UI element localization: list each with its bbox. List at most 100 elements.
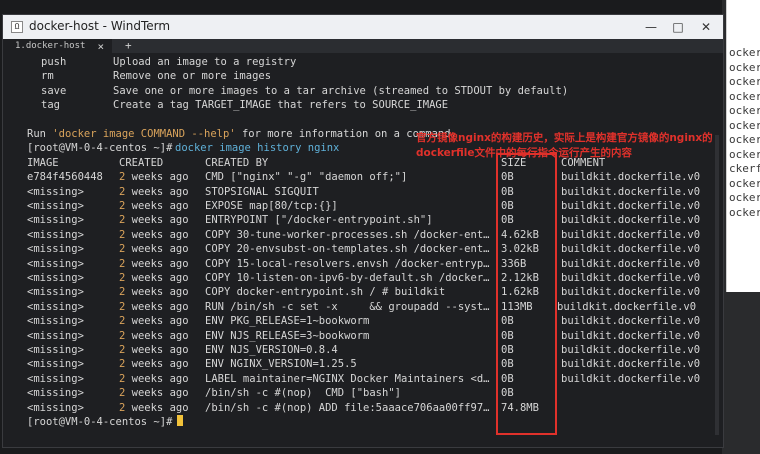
image-id: <missing> (27, 401, 84, 414)
created-unit: weeks ago (125, 214, 189, 227)
table-row: <missing> 2 weeks ago ENTRYPOINT ["/docker… (3, 213, 723, 227)
table-row: <missing> 2 weeks ago ENV NJS_VERSION=0.8.… (3, 343, 723, 357)
created-unit: weeks ago (125, 358, 189, 371)
comment: buildkit.dockerfile.v0 (557, 300, 697, 313)
maximize-button[interactable]: □ (668, 18, 688, 36)
created-unit: weeks ago (125, 228, 189, 241)
run-hint-command: 'docker image COMMAND --help' (52, 128, 236, 140)
created: 2 weeks ago (119, 343, 189, 357)
new-tab-button[interactable]: + (125, 39, 132, 53)
created: 2 weeks ago (119, 257, 189, 271)
help-description: Create a tag TARGET_IMAGE that refers to… (113, 99, 449, 112)
created: 2 weeks ago (119, 199, 189, 213)
image-id: <missing> (27, 344, 84, 356)
created: 2 weeks ago (119, 213, 189, 227)
created-unit: weeks ago (125, 243, 189, 256)
background-terminal-line: ockerfi (729, 118, 760, 132)
created: 2 weeks ago (119, 228, 189, 242)
table-row: <missing> 2 weeks ago/bin/sh -c #(nop) AD… (3, 401, 723, 415)
tab-docker-host[interactable]: 1.docker-host × (3, 39, 113, 53)
background-terminal-line: ckerfil (729, 162, 760, 175)
created-unit: weeks ago (125, 344, 189, 356)
help-command: save (41, 84, 67, 97)
created: 2 weeks ago (119, 170, 189, 184)
run-hint-text: Run 'docker image COMMAND --help' for mo… (27, 127, 457, 141)
created-by: CMD ["nginx" "-g" "daemon off;"] (205, 171, 408, 184)
table-header-created: CREATED (119, 156, 164, 169)
comment: buildkit.dockerfile.v0 (561, 243, 701, 256)
scrollbar[interactable] (715, 135, 719, 435)
created-unit: weeks ago (125, 401, 189, 414)
image-id: <missing> (27, 214, 84, 227)
created-by: ENV NJS_RELEASE=3~bookworm (205, 329, 370, 342)
created: 2 weeks ago (119, 242, 189, 256)
background-terminal-content: ockerfiockerfiockerfiockerfiockerfiocker… (726, 0, 760, 292)
comment: buildkit.dockerfile.v0 (561, 315, 701, 328)
created-by: COPY 10-listen-on-ipv6-by-default.sh /do… (205, 272, 490, 284)
created-by: /bin/sh -c #(nop) CMD ["bash"] (205, 387, 401, 400)
image-id: <missing> (27, 372, 84, 385)
image-id: <missing> (27, 185, 84, 198)
comment: buildkit.dockerfile.v0 (561, 372, 701, 385)
shell-prompt: [root@VM-0-4-centos ~]# (27, 142, 173, 155)
comment: buildkit.dockerfile.v0 (561, 214, 701, 227)
created-by: COPY docker-entrypoint.sh / # buildkit (205, 286, 446, 299)
background-terminal-line: ockerfi (729, 147, 760, 161)
title-bar[interactable]: Ω docker-host - WindTerm — □ ✕ (3, 15, 723, 39)
table-row: <missing> 2 weeks ago RUN /bin/sh -c set -… (3, 300, 723, 314)
image-id: <missing> (27, 300, 84, 313)
background-terminal-line: ockerfi (729, 104, 760, 117)
image-id: <missing> (27, 358, 84, 371)
terminal-output[interactable]: push Upload an image to a registry rm Remov… (3, 53, 723, 447)
tab-bar: 1.docker-host × + (3, 39, 723, 53)
minimize-button[interactable]: — (641, 18, 661, 36)
created: 2 weeks ago (119, 329, 189, 343)
background-terminal: ockerfiockerfiockerfiockerfiockerfiocker… (722, 0, 760, 454)
created: 2 weeks ago (119, 386, 189, 400)
help-line: save Save one or more images to a tar arc… (3, 84, 723, 98)
help-description: Upload an image to a registry (113, 56, 297, 68)
background-terminal-line: ockerfi (729, 89, 760, 103)
table-row: <missing> 2 weeks ago ENV PKG_RELEASE=1~bo… (3, 314, 723, 328)
help-description: Save one or more images to a tar archive… (113, 84, 569, 97)
created-unit: weeks ago (125, 315, 189, 328)
created: 2 weeks ago (119, 401, 189, 415)
tab-close-icon[interactable]: × (97, 40, 104, 53)
help-command: push (41, 56, 67, 68)
created-unit: weeks ago (125, 387, 189, 400)
help-line: push Upload an image to a registry (3, 55, 723, 69)
created-unit: weeks ago (125, 329, 189, 342)
created: 2 weeks ago (119, 300, 189, 314)
comment: buildkit.dockerfile.v0 (561, 329, 701, 342)
table-row: <missing> 2 weeks ago/bin/sh -c #(nop) CM… (3, 386, 723, 400)
shell-prompt-final: [root@VM-0-4-centos ~]# (27, 416, 173, 428)
table-row: <missing> 2 weeks ago COPY docker-entrypoi… (3, 285, 723, 299)
created-by: RUN /bin/sh -c set -x && groupadd --syst… (205, 300, 490, 313)
tab-label: 1.docker-host (15, 41, 86, 51)
created: 2 weeks ago (119, 285, 189, 299)
created: 2 weeks ago (119, 314, 189, 328)
created-unit: weeks ago (125, 257, 189, 270)
created-by: COPY 20-envsubst-on-templates.sh /docker… (205, 243, 490, 256)
created-unit: weeks ago (125, 185, 189, 198)
created-by: EXPOSE map[80/tcp:{}] (205, 200, 338, 212)
table-row: <missing> 2 weeks ago ENV NGINX_VERSION=1.… (3, 357, 723, 371)
comment: buildkit.dockerfile.v0 (561, 358, 701, 371)
background-terminal-line: ockerfi (729, 60, 760, 74)
image-id: <missing> (27, 315, 84, 328)
table-header-created-by: CREATED BY (205, 156, 269, 169)
background-terminal-line: ockerfi (729, 133, 760, 146)
comment: buildkit.dockerfile.v0 (561, 185, 701, 198)
typed-command: docker image history nginx (175, 142, 340, 155)
comment: buildkit.dockerfile.v0 (561, 257, 701, 270)
windterm-app-icon: Ω (11, 21, 23, 33)
created-unit: weeks ago (125, 300, 189, 313)
comment: buildkit.dockerfile.v0 (561, 344, 701, 356)
cursor (177, 415, 183, 429)
created-unit: weeks ago (125, 171, 189, 184)
close-button[interactable]: ✕ (696, 18, 716, 36)
created-by: COPY 15-local-resolvers.envsh /docker-en… (205, 257, 490, 270)
help-line: tag Create a tag TARGET_IMAGE that refers… (3, 98, 723, 112)
table-row: <missing> 2 weeks ago STOPSIGNAL SIGQUIT 0B… (3, 185, 723, 199)
